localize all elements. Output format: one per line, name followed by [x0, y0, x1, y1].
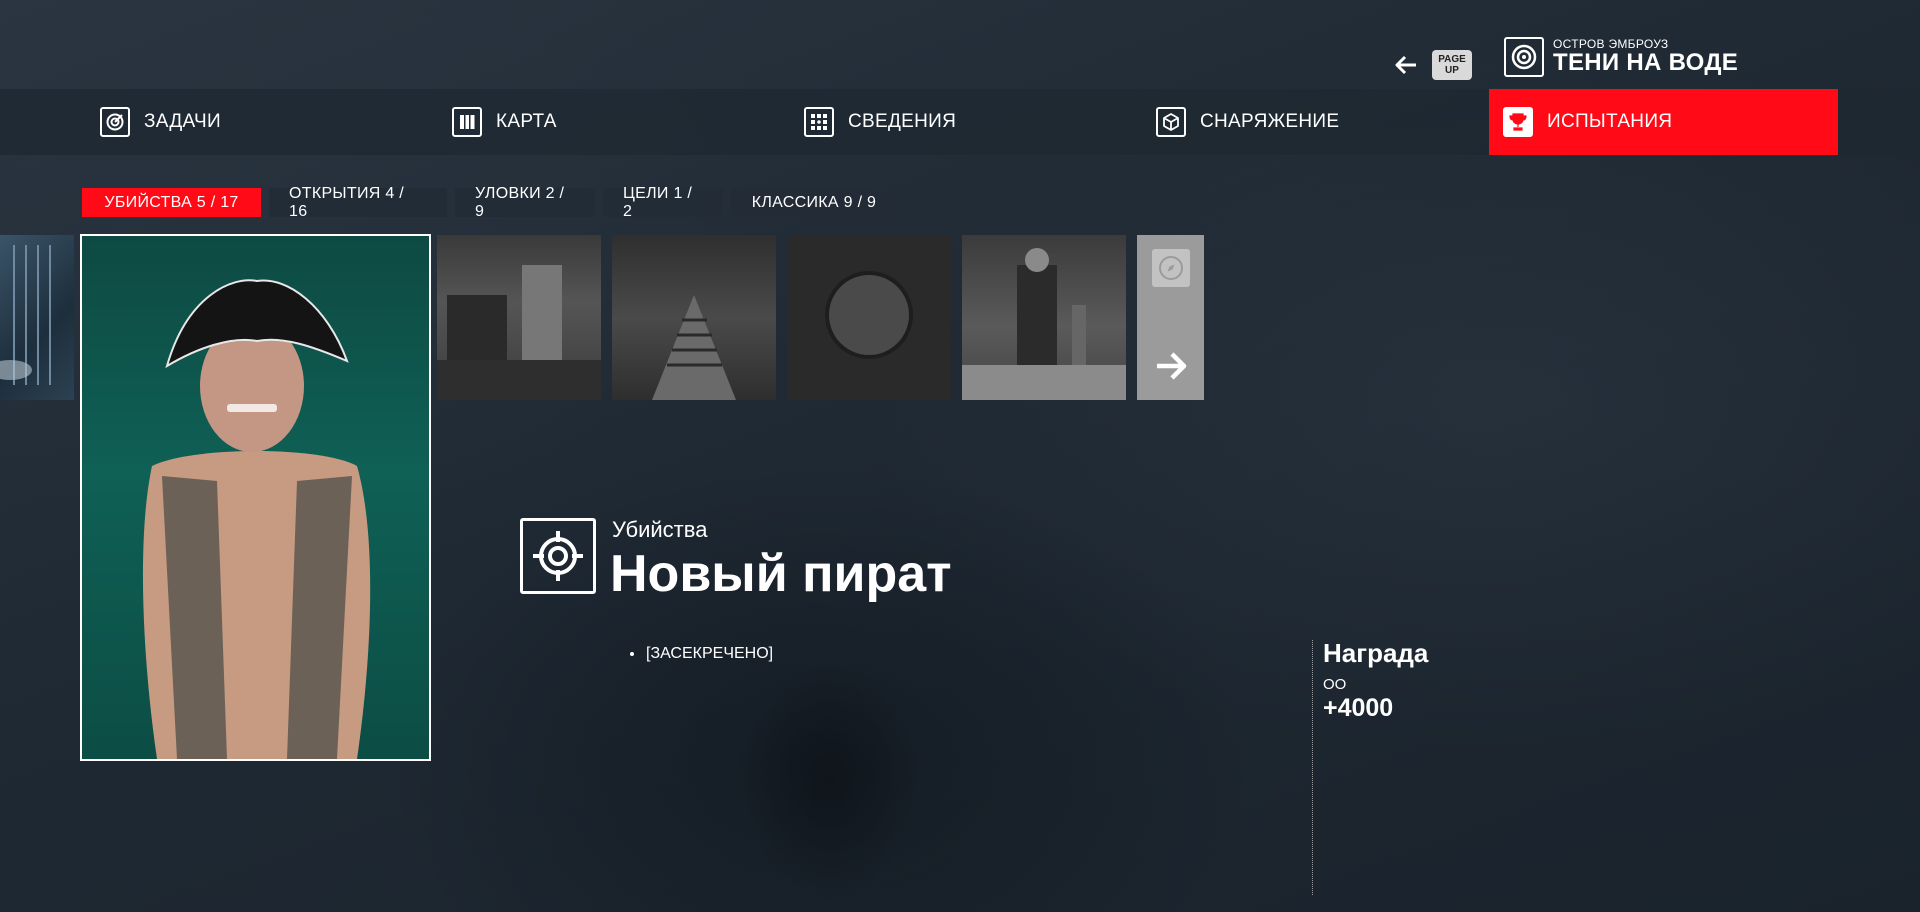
nav-tab-challenges[interactable]: ИСПЫТАНИЯ: [1489, 89, 1838, 155]
challenge-title: Новый пират: [610, 545, 952, 603]
challenge-thumbnail-2[interactable]: [437, 235, 601, 400]
subtab-discoveries[interactable]: ОТКРЫТИЯ 4 / 16: [269, 185, 447, 220]
challenge-category: Убийства: [612, 517, 708, 542]
reward-value: +4000: [1323, 694, 1394, 722]
intel-icon: [804, 107, 834, 137]
mission-target-icon: [1504, 37, 1544, 77]
reward-divider: [1312, 640, 1313, 895]
back-control[interactable]: PAGE UP: [1394, 50, 1472, 80]
page-up-key-hint[interactable]: PAGE UP: [1432, 50, 1472, 80]
challenge-thumbnail-previous[interactable]: [0, 235, 74, 400]
nav-tab-label: ИСПЫТАНИЯ: [1547, 111, 1673, 132]
page-up-key-line1: PAGE: [1438, 54, 1466, 65]
subtab-kills[interactable]: УБИЙСТВА 5 / 17: [82, 188, 261, 217]
nav-tab-map[interactable]: КАРТА: [452, 89, 557, 155]
challenge-thumbnail-5[interactable]: [962, 235, 1126, 400]
challenge-thumbnail-3[interactable]: [612, 235, 776, 400]
crosshair-icon: [520, 518, 596, 594]
carousel-next-button[interactable]: [1137, 235, 1204, 400]
challenge-category-tabs: УБИЙСТВА 5 / 17 ОТКРЫТИЯ 4 / 16 УЛОВКИ 2…: [82, 185, 905, 220]
nav-tab-label: КАРТА: [496, 111, 557, 132]
nav-tab-gear[interactable]: СНАРЯЖЕНИЕ: [1156, 89, 1339, 155]
target-icon: [100, 107, 130, 137]
trophy-icon: [1503, 107, 1533, 137]
compass-icon: [1151, 249, 1190, 287]
reward-heading: Награда: [1323, 638, 1429, 668]
mission-location: ОСТРОВ ЭМБРОУЗ ТЕНИ НА ВОДЕ: [1504, 37, 1738, 77]
back-arrow-icon[interactable]: [1394, 53, 1418, 77]
box-icon: [1156, 107, 1186, 137]
subtab-tricks[interactable]: УЛОВКИ 2 / 9: [455, 185, 595, 220]
challenge-description: [ЗАСЕКРЕЧЕНО]: [630, 645, 773, 663]
nav-tab-label: ЗАДАЧИ: [144, 111, 221, 132]
page-up-key-line2: UP: [1445, 65, 1459, 76]
challenge-description-text: [ЗАСЕКРЕЧЕНО]: [646, 645, 774, 662]
bullet-icon: [630, 652, 634, 656]
location-title: ТЕНИ НА ВОДЕ: [1553, 49, 1739, 76]
main-nav: ЗАДАЧИ КАРТА СВЕДЕНИЯ СНАРЯЖЕНИЕ ИСПЫТАН…: [0, 89, 1920, 155]
nav-tab-objectives[interactable]: ЗАДАЧИ: [100, 89, 221, 155]
challenge-thumbnail-4[interactable]: [787, 235, 951, 400]
subtab-classics[interactable]: КЛАССИКА 9 / 9: [731, 188, 897, 217]
nav-tab-intel[interactable]: СВЕДЕНИЯ: [804, 89, 956, 155]
arrow-right-icon: [1154, 351, 1188, 386]
challenge-image-selected[interactable]: [80, 234, 431, 761]
reward-sub: ОО: [1323, 676, 1347, 693]
nav-tab-label: СВЕДЕНИЯ: [848, 111, 957, 132]
map-icon: [452, 107, 482, 137]
subtab-targets[interactable]: ЦЕЛИ 1 / 2: [603, 185, 723, 220]
nav-tab-label: СНАРЯЖЕНИЕ: [1200, 111, 1340, 132]
